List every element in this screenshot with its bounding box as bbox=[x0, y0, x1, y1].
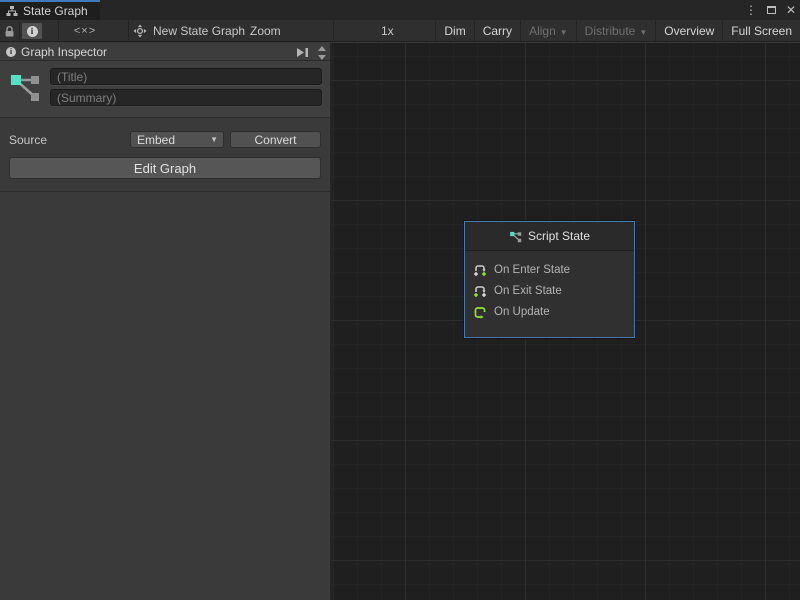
on-enter-state-icon bbox=[473, 263, 487, 277]
inspector-toggle-button[interactable]: i bbox=[22, 23, 42, 39]
tab-state-graph[interactable]: State Graph bbox=[0, 0, 100, 20]
zoom-value: 1x bbox=[381, 20, 394, 42]
script-state-node-body: On Enter State On Exit State bbox=[465, 251, 634, 322]
dock-panel-icon bbox=[296, 47, 309, 58]
chevron-down-icon: ▼ bbox=[560, 28, 568, 37]
toolbar-separator bbox=[333, 21, 334, 40]
source-label: Source bbox=[9, 133, 130, 147]
distribute-label: Distribute bbox=[585, 24, 636, 38]
graph-summary-input[interactable] bbox=[50, 89, 322, 106]
dim-button[interactable]: Dim bbox=[436, 20, 473, 42]
scroll-up-icon[interactable] bbox=[318, 46, 326, 51]
align-label: Align bbox=[529, 24, 556, 38]
values-toggle-button[interactable]: <×> bbox=[68, 20, 102, 42]
window-controls: ⋮ ✕ bbox=[745, 0, 796, 20]
title-bar: State Graph ⋮ ✕ bbox=[0, 0, 800, 20]
toolbar-separator bbox=[128, 21, 129, 40]
chevron-down-icon: ▼ bbox=[639, 28, 647, 37]
content-area: i Graph Inspector bbox=[0, 43, 800, 600]
graph-inspector-title: Graph Inspector bbox=[21, 45, 107, 59]
on-update-icon bbox=[473, 305, 487, 319]
align-button[interactable]: Align ▼ bbox=[521, 20, 576, 42]
overview-label: Overview bbox=[664, 24, 714, 38]
source-dropdown[interactable]: Embed ▼ bbox=[130, 131, 224, 148]
unity-window: State Graph ⋮ ✕ i <×> bbox=[0, 0, 800, 600]
on-exit-state-icon bbox=[473, 284, 487, 298]
node-title: Script State bbox=[528, 229, 590, 243]
node-event-label: On Enter State bbox=[494, 264, 570, 276]
graph-inspector-panel: i Graph Inspector bbox=[0, 43, 332, 600]
graph-toolbar: i <×> New State Graph Zoom 1x Dim bbox=[0, 20, 800, 42]
state-graph-tab-icon bbox=[6, 5, 18, 17]
code-values-icon: <×> bbox=[74, 25, 96, 37]
info-icon: i bbox=[27, 26, 38, 37]
script-state-node-header: Script State bbox=[465, 222, 634, 251]
graph-title-input[interactable] bbox=[50, 68, 322, 85]
node-event-row: On Exit State bbox=[465, 280, 634, 301]
chevron-down-icon: ▼ bbox=[210, 135, 218, 144]
new-state-graph-button[interactable]: New State Graph bbox=[133, 20, 245, 42]
edit-graph-label: Edit Graph bbox=[134, 161, 196, 176]
node-event-label: On Update bbox=[494, 306, 550, 318]
close-icon[interactable]: ✕ bbox=[786, 4, 796, 16]
distribute-button[interactable]: Distribute ▼ bbox=[577, 20, 656, 42]
graph-fields bbox=[50, 68, 322, 109]
dock-panel-button[interactable] bbox=[294, 45, 310, 59]
panel-divider bbox=[0, 191, 330, 192]
panel-scroll-spinner bbox=[316, 42, 328, 60]
tab-label: State Graph bbox=[23, 4, 88, 18]
graph-type-icon bbox=[8, 68, 42, 109]
scroll-down-icon[interactable] bbox=[318, 55, 326, 60]
lock-icon bbox=[4, 25, 15, 38]
graph-node-icon bbox=[509, 230, 522, 243]
toolbar-separator bbox=[19, 21, 20, 40]
convert-button[interactable]: Convert bbox=[230, 131, 321, 148]
full-screen-button[interactable]: Full Screen bbox=[723, 20, 800, 42]
zoom-label: Zoom bbox=[250, 20, 281, 42]
node-event-row: On Enter State bbox=[465, 259, 634, 280]
info-icon: i bbox=[6, 47, 16, 57]
window-menu-icon[interactable]: ⋮ bbox=[745, 4, 757, 16]
edit-graph-button[interactable]: Edit Graph bbox=[9, 157, 321, 179]
graph-canvas[interactable]: Script State On Enter State bbox=[332, 43, 800, 600]
full-screen-label: Full Screen bbox=[731, 24, 792, 38]
convert-label: Convert bbox=[254, 133, 296, 147]
script-state-node[interactable]: Script State On Enter State bbox=[464, 221, 635, 338]
overview-button[interactable]: Overview bbox=[656, 20, 722, 42]
toolbar-separator bbox=[58, 21, 59, 40]
node-event-label: On Exit State bbox=[494, 285, 562, 297]
node-event-row: On Update bbox=[465, 301, 634, 322]
source-dropdown-value: Embed bbox=[137, 133, 175, 147]
toolbar-right-group: Dim Carry Align ▼ Distribute ▼ Overview bbox=[435, 20, 800, 42]
graph-summary-section bbox=[0, 61, 330, 118]
carry-button[interactable]: Carry bbox=[475, 20, 520, 42]
graph-inspector-header: i Graph Inspector bbox=[0, 43, 330, 61]
move-graph-icon bbox=[133, 24, 147, 38]
dim-label: Dim bbox=[444, 24, 465, 38]
new-state-graph-label: New State Graph bbox=[153, 24, 245, 38]
source-row: Source Embed ▼ Convert bbox=[9, 131, 321, 148]
lock-button[interactable] bbox=[4, 20, 15, 42]
maximize-icon[interactable] bbox=[767, 6, 776, 14]
carry-label: Carry bbox=[483, 24, 512, 38]
